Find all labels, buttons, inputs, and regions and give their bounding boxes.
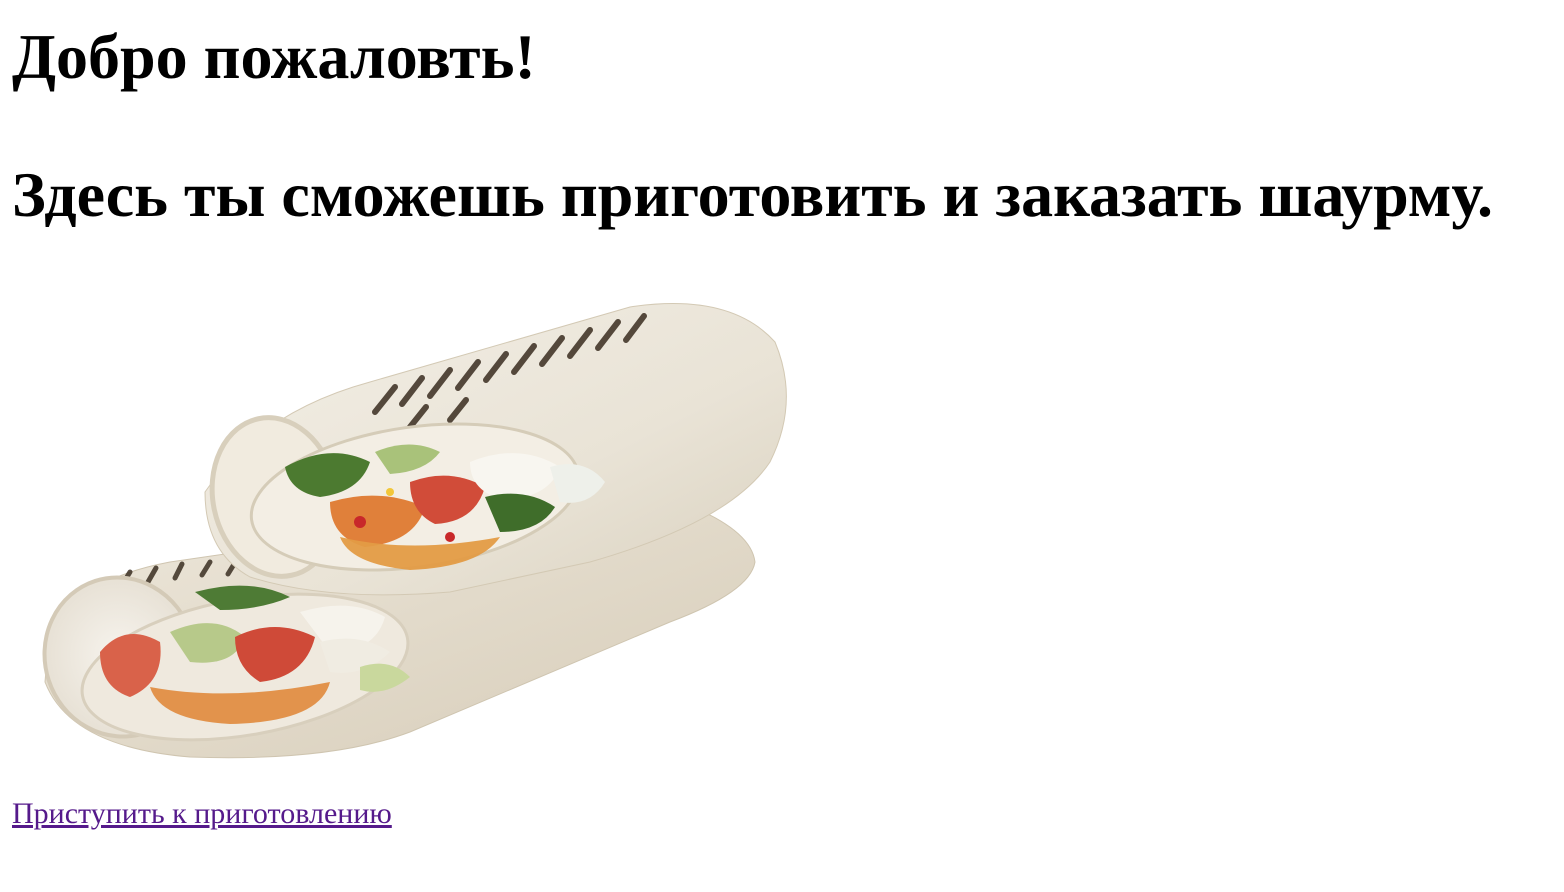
page-subtitle: Здесь ты сможешь приготовить и заказать … <box>12 159 1493 230</box>
page: Добро пожаловть! Здесь ты сможешь пригот… <box>0 0 1564 232</box>
shawarma-image <box>30 292 820 772</box>
page-title: Добро пожаловть! <box>12 21 536 92</box>
start-cooking-link[interactable]: Приступить к приготовлению <box>12 796 392 832</box>
